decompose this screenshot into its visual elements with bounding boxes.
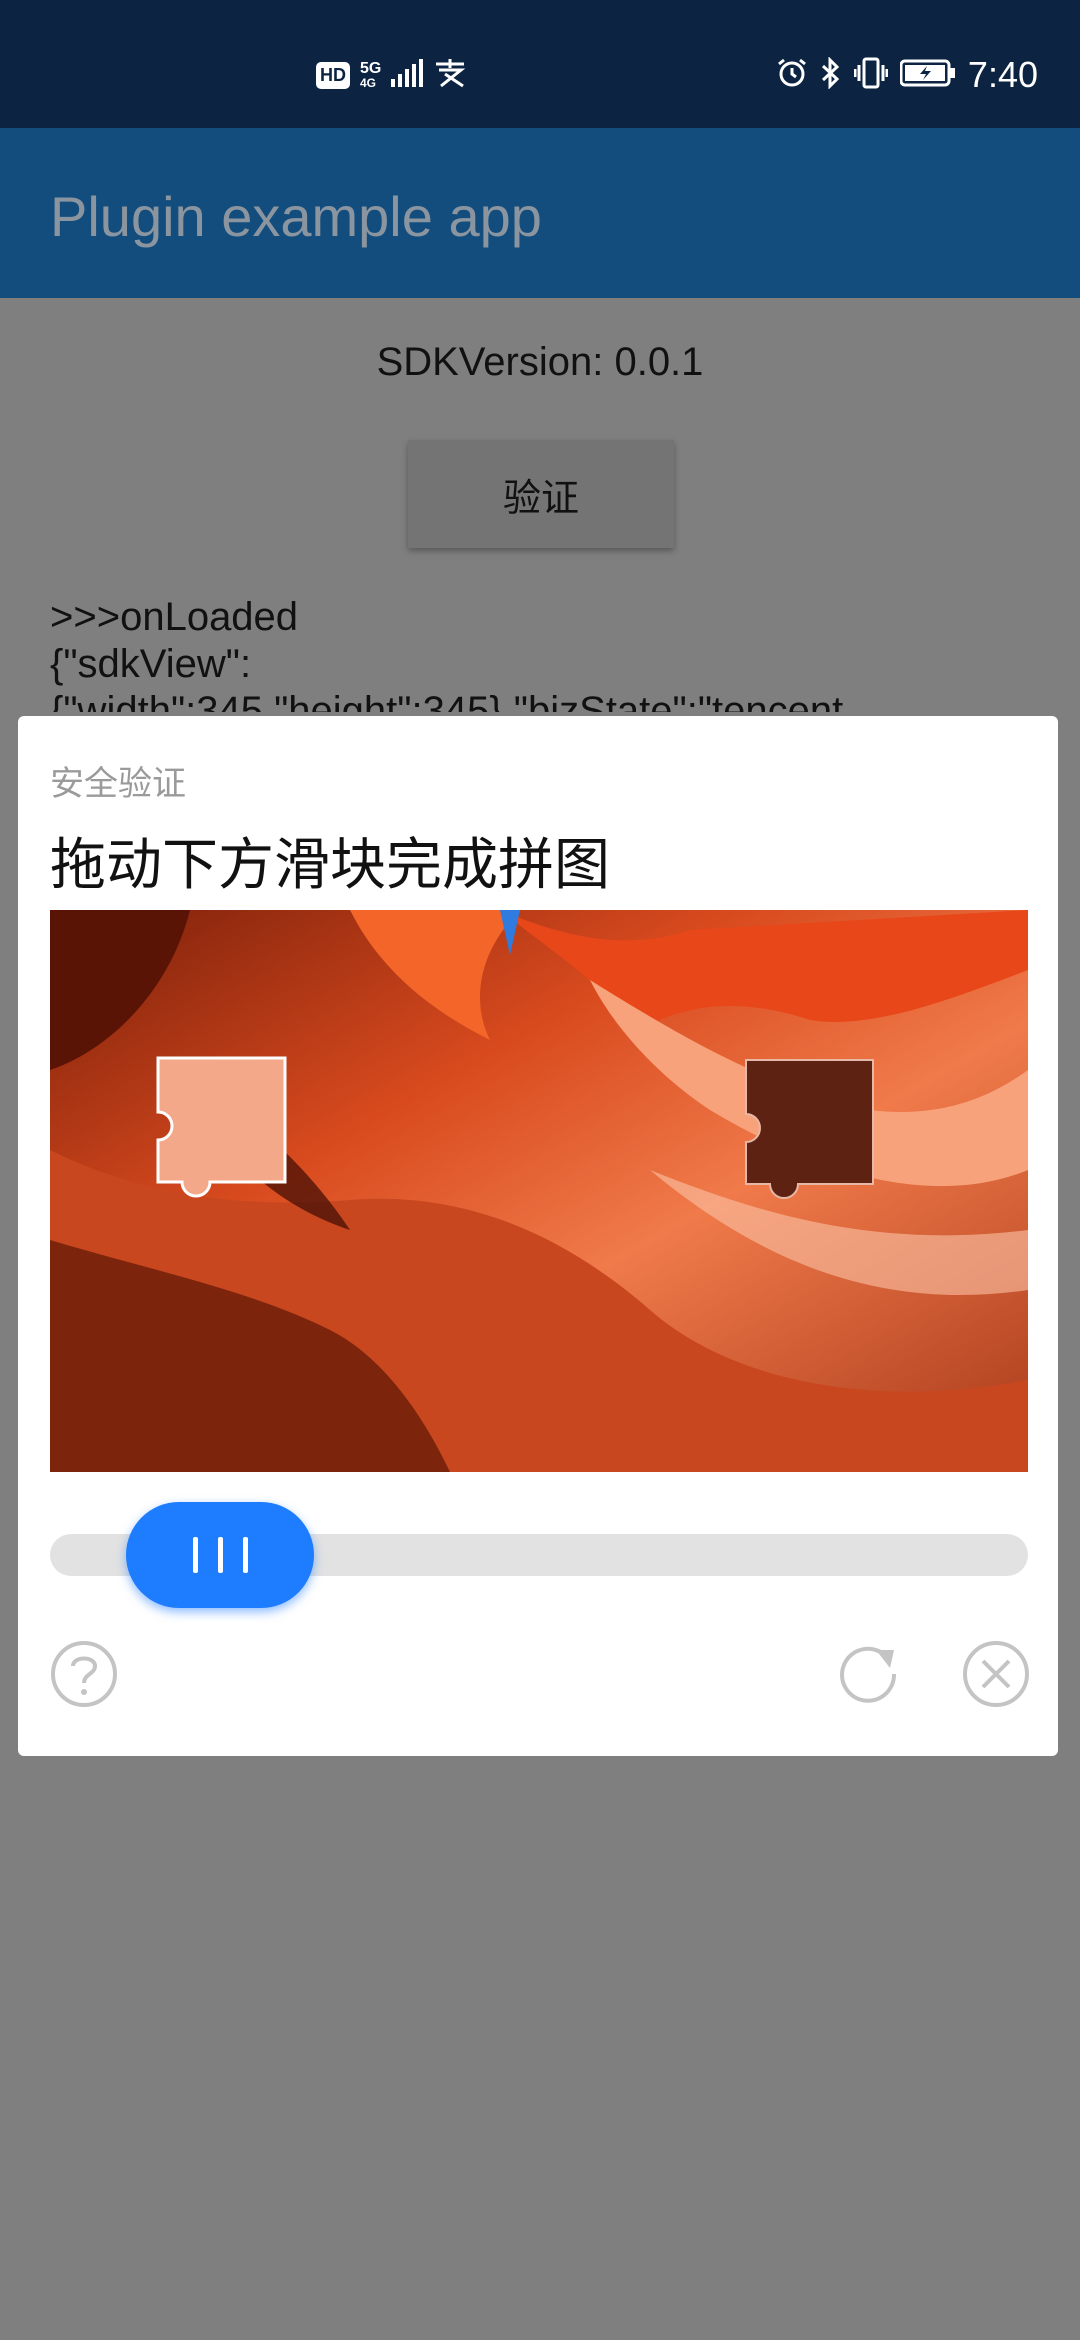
slider-handle[interactable] [126, 1502, 314, 1608]
network-5g-label: 5G [360, 60, 382, 77]
network-type: 5G 4G [360, 60, 382, 90]
canyon-background [50, 910, 1028, 1472]
sdk-version-label: SDKVersion: 0.0.1 [376, 340, 704, 384]
alarm-icon [776, 57, 808, 93]
battery-charging-icon [899, 59, 956, 91]
captcha-subtitle: 安全验证 [50, 764, 186, 804]
captcha-dialog: 安全验证 拖动下方滑块完成拼图 [18, 716, 1058, 1756]
close-icon[interactable] [960, 1638, 1032, 1710]
help-icon[interactable] [48, 1638, 120, 1710]
grip-line [192, 1537, 198, 1573]
bluetooth-icon [820, 56, 842, 93]
vibrate-icon [853, 57, 889, 93]
captcha-instruction: 拖动下方滑块完成拼图 [50, 833, 610, 898]
status-bar: HD 5G 4G 7:40 [0, 0, 1080, 128]
log-output: >>>onLoaded {"sdkView": {"width":345,"he… [50, 595, 844, 712]
network-4g-label: 4G [360, 76, 377, 90]
app-title: Plugin example app [50, 185, 542, 248]
app-bar: Plugin example app [0, 128, 1080, 298]
verify-button[interactable]: 验证 [408, 440, 674, 548]
refresh-icon[interactable] [832, 1638, 904, 1710]
clock-time: 7:40 [967, 54, 1038, 95]
status-right-icons: 7:40 [776, 54, 1038, 96]
status-left-icons: HD 5G 4G [316, 58, 467, 92]
signal-icon [391, 59, 424, 91]
grip-line [217, 1537, 223, 1573]
grip-line [242, 1537, 248, 1573]
alipay-icon [433, 58, 467, 92]
puzzle-image [50, 910, 1028, 1472]
puzzle-target-slot [745, 1059, 874, 1199]
puzzle-piece [156, 1056, 287, 1198]
hd-icon: HD [316, 61, 350, 89]
